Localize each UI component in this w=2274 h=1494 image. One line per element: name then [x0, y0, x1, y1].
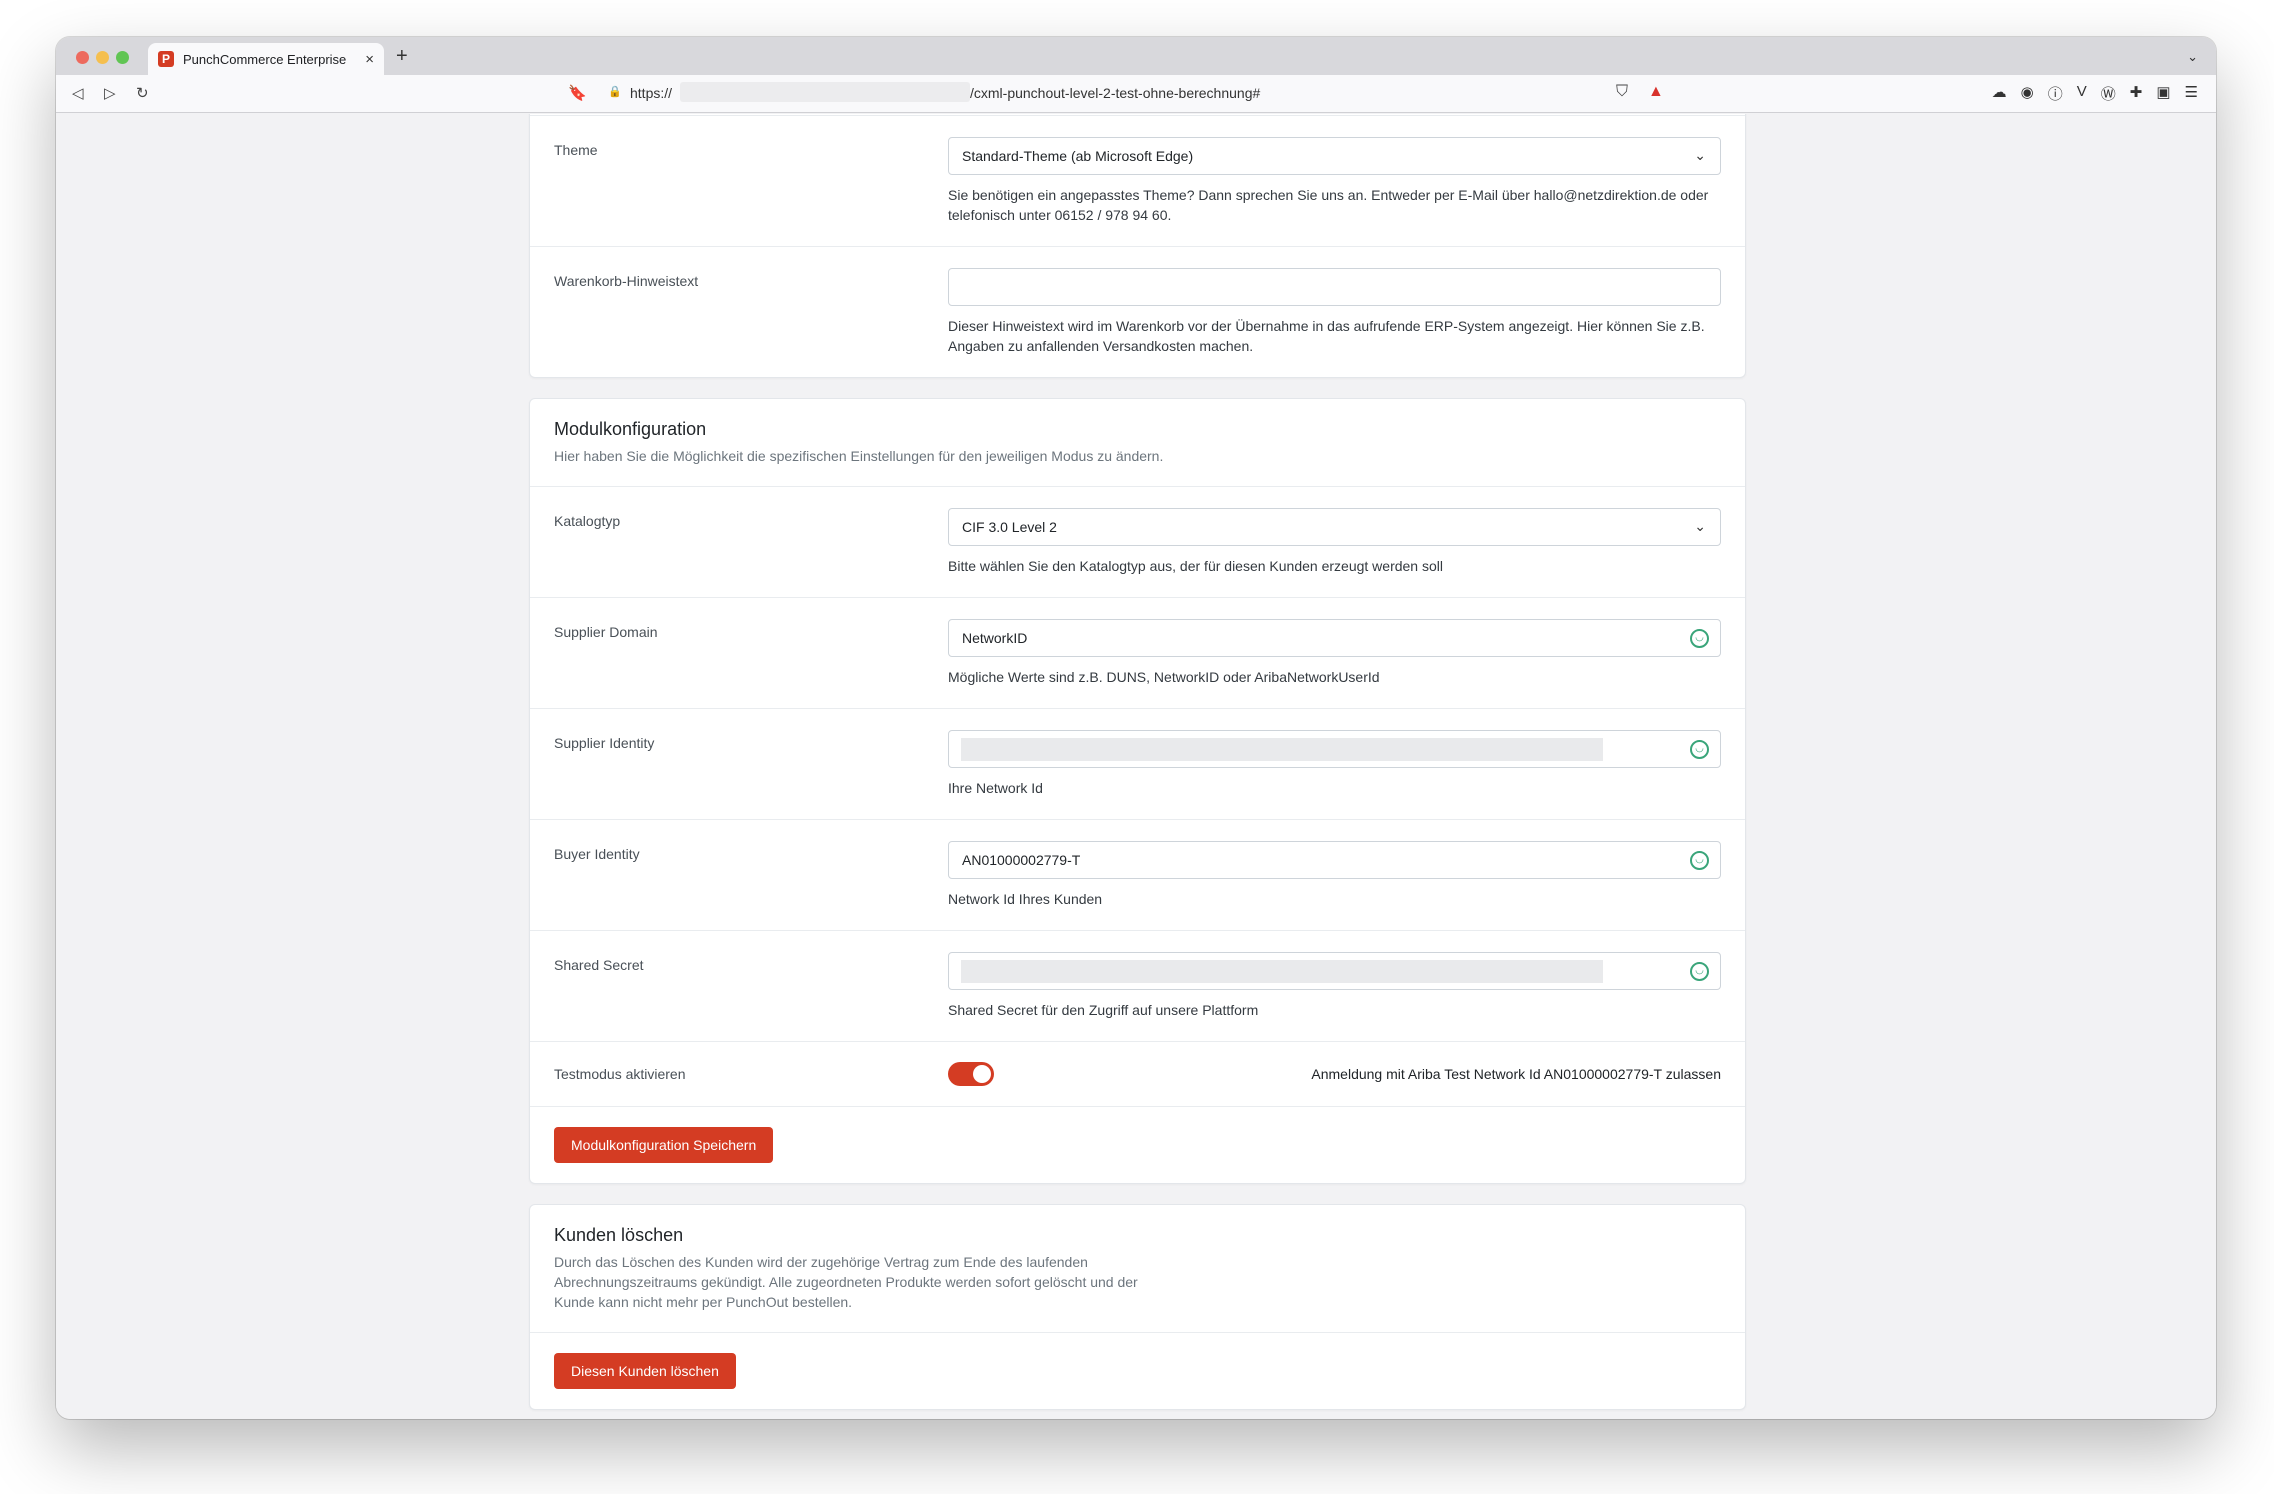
punchcommerce-favicon-icon: P: [158, 51, 174, 67]
url-redacted-host: [680, 82, 970, 102]
url-path: /cxml-punchout-level-2-test-ohne-berechn…: [970, 85, 1261, 101]
brave-shield-icon[interactable]: ⛉: [1616, 83, 1628, 101]
theme-select-value: Standard-Theme (ab Microsoft Edge): [962, 148, 1194, 164]
module-config-subtitle: Hier haben Sie die Möglichkeit die spezi…: [554, 448, 1164, 464]
tab-bar: P PunchCommerce Enterprise × + ⌄: [56, 37, 2216, 75]
reload-icon[interactable]: ↻: [136, 84, 149, 102]
supplier-identity-row: Supplier Identity ◡ Ihre Network Id: [530, 708, 1745, 819]
catalog-type-value: CIF 3.0 Level 2: [962, 519, 1057, 535]
module-config-header: Modulkonfiguration Hier haben Sie die Mö…: [530, 399, 1745, 487]
module-config-actions: Modulkonfiguration Speichern: [530, 1106, 1745, 1183]
toggle-knob: [973, 1065, 991, 1083]
supplier-identity-label: Supplier Identity: [554, 735, 655, 751]
catalog-type-label: Katalogtyp: [554, 513, 621, 529]
supplier-domain-input[interactable]: NetworkID ◡: [948, 619, 1721, 657]
catalog-type-select[interactable]: CIF 3.0 Level 2 ⌄: [948, 508, 1721, 546]
new-tab-icon[interactable]: +: [396, 45, 408, 68]
shared-secret-input[interactable]: ◡: [948, 952, 1721, 990]
test-mode-text: Anmeldung mit Ariba Test Network Id AN01…: [1311, 1066, 1721, 1082]
test-mode-label: Testmodus aktivieren: [554, 1066, 686, 1082]
tab-list-chevron-icon[interactable]: ⌄: [2187, 49, 2198, 65]
supplier-domain-help-text: Mögliche Werte sind z.B. DUNS, NetworkID…: [948, 669, 1380, 685]
delete-customer-title: Kunden löschen: [554, 1225, 684, 1245]
back-icon[interactable]: ◁: [72, 84, 84, 102]
theme-row: Theme Standard-Theme (ab Microsoft Edge)…: [530, 115, 1745, 246]
description-line: Durch das Löschen des Kunden wird der zu…: [554, 1254, 1088, 1270]
shared-secret-label: Shared Secret: [554, 957, 644, 973]
test-mode-toggle[interactable]: [948, 1062, 994, 1086]
module-config-card: Modulkonfiguration Hier haben Sie die Mö…: [529, 398, 1746, 1184]
menu-icon[interactable]: ☰: [2185, 83, 2198, 104]
save-module-config-button[interactable]: Modulkonfiguration Speichern: [554, 1127, 774, 1163]
delete-customer-header: Kunden löschen Durch das Löschen des Kun…: [530, 1205, 1745, 1333]
tab-title: PunchCommerce Enterprise: [183, 51, 347, 67]
delete-customer-actions: Diesen Kunden löschen: [530, 1333, 1745, 1409]
redacted-value: [961, 738, 1603, 761]
catalog-type-help-text: Bitte wählen Sie den Katalogtyp aus, der…: [948, 558, 1443, 574]
supplier-domain-label: Supplier Domain: [554, 624, 658, 640]
valid-smiley-icon: ◡: [1690, 962, 1709, 981]
general-settings-card: Theme Standard-Theme (ab Microsoft Edge)…: [529, 114, 1746, 378]
extension-icon[interactable]: ☁: [1992, 83, 2007, 104]
supplier-identity-help-text: Ihre Network Id: [948, 780, 1043, 796]
description-line: Abrechnungszeitraums gekündigt. Alle zug…: [554, 1274, 1138, 1290]
lock-icon[interactable]: 🔒: [608, 85, 622, 98]
catalog-type-row: Katalogtyp CIF 3.0 Level 2 ⌄ Bitte wähle…: [530, 487, 1745, 597]
supplier-identity-input[interactable]: ◡: [948, 730, 1721, 768]
brave-rewards-icon[interactable]: ▲: [1648, 83, 1664, 101]
page-viewport: Theme Standard-Theme (ab Microsoft Edge)…: [56, 114, 2216, 1419]
description-line: Kunde kann nicht mehr per PunchOut beste…: [554, 1294, 853, 1310]
module-config-title: Modulkonfiguration: [554, 419, 707, 439]
forward-icon[interactable]: ▷: [104, 84, 116, 102]
close-tab-icon[interactable]: ×: [365, 51, 374, 68]
supplier-domain-value: NetworkID: [962, 630, 1028, 646]
maximize-window-button[interactable]: [116, 51, 129, 64]
theme-label: Theme: [554, 142, 598, 158]
shared-secret-help-text: Shared Secret für den Zugriff auf unsere…: [948, 1002, 1259, 1018]
browser-toolbar: ◁ ▷ ↻ 🔖 🔒 https:// /cxml-punchout-level-…: [56, 75, 2216, 113]
buyer-identity-input[interactable]: AN01000002779-T ◡: [948, 841, 1721, 879]
wordpress-icon[interactable]: Ⓦ: [2101, 83, 2116, 104]
test-mode-row: Testmodus aktivieren Anmeldung mit Ariba…: [530, 1041, 1745, 1106]
url-scheme: https://: [630, 85, 673, 101]
buyer-identity-label: Buyer Identity: [554, 846, 640, 862]
cart-note-row: Warenkorb-Hinweistext Dieser Hinweistext…: [530, 246, 1745, 377]
buyer-identity-row: Buyer Identity AN01000002779-T ◡ Network…: [530, 819, 1745, 930]
minimize-window-button[interactable]: [96, 51, 109, 64]
password-manager-icon[interactable]: ⓘ: [2048, 83, 2063, 104]
wallet-icon[interactable]: ▣: [2156, 83, 2170, 104]
valid-smiley-icon: ◡: [1690, 851, 1709, 870]
theme-select[interactable]: Standard-Theme (ab Microsoft Edge) ⌄: [948, 137, 1721, 175]
theme-help-text: Sie benötigen ein angepasstes Theme? Dan…: [948, 187, 1709, 223]
chevron-down-icon: ⌄: [1694, 147, 1706, 163]
page-content: Theme Standard-Theme (ab Microsoft Edge)…: [529, 114, 1746, 1410]
shared-secret-row: Shared Secret ◡ Shared Secret für den Zu…: [530, 930, 1745, 1041]
browser-window: P PunchCommerce Enterprise × + ⌄ ◁ ▷ ↻ 🔖…: [56, 37, 2216, 1419]
supplier-domain-row: Supplier Domain NetworkID ◡ Mögliche Wer…: [530, 597, 1745, 708]
close-window-button[interactable]: [76, 51, 89, 64]
cart-note-input[interactable]: [948, 268, 1721, 306]
chevron-down-icon: ⌄: [1694, 518, 1706, 534]
buyer-identity-help-text: Network Id Ihres Kunden: [948, 891, 1103, 907]
extensions-puzzle-icon[interactable]: ✚: [2130, 83, 2143, 104]
browser-tab[interactable]: P PunchCommerce Enterprise ×: [148, 43, 384, 75]
extension-icon[interactable]: ◉: [2021, 83, 2034, 104]
valid-smiley-icon: ◡: [1690, 740, 1709, 759]
cart-note-help-text: Dieser Hinweistext wird im Warenkorb vor…: [948, 318, 1705, 354]
extensions-toolbar: ☁ ◉ ⓘ V Ⓦ ✚ ▣ ☰: [1992, 83, 2198, 104]
redacted-value: [961, 960, 1603, 983]
delete-customer-card: Kunden löschen Durch das Löschen des Kun…: [529, 1204, 1746, 1410]
cart-note-label: Warenkorb-Hinweistext: [554, 273, 699, 289]
delete-customer-description: Durch das Löschen des Kunden wird der zu…: [554, 1252, 1721, 1312]
valid-smiley-icon: ◡: [1690, 629, 1709, 648]
buyer-identity-value: AN01000002779-T: [962, 852, 1081, 868]
extension-icon[interactable]: V: [2077, 83, 2087, 104]
delete-customer-button[interactable]: Diesen Kunden löschen: [554, 1353, 736, 1389]
